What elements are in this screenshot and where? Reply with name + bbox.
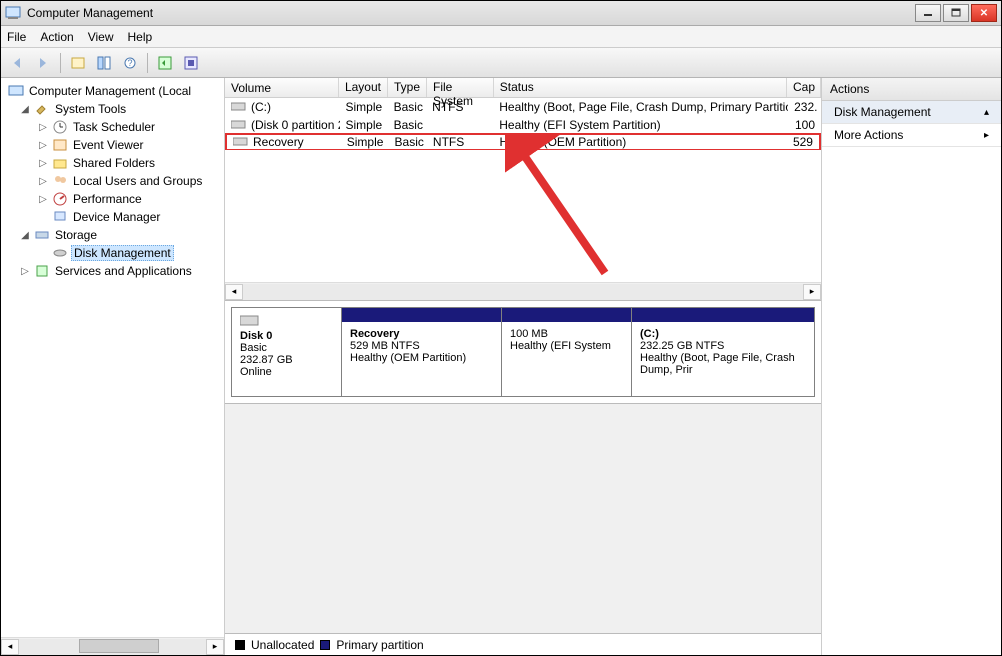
volume-header: Volume Layout Type File System Status Ca… [225,78,821,98]
toolbar: ? [1,48,1001,78]
tree-services[interactable]: ▷ Services and Applications [1,262,224,280]
tree-root[interactable]: Computer Management (Local [1,82,224,100]
actions-more[interactable]: More Actions ▸ [822,124,1001,147]
tree-local-users[interactable]: ▷ Local Users and Groups [1,172,224,190]
legend-unallocated-swatch [235,640,245,650]
menu-action[interactable]: Action [40,30,73,44]
disk-row: Disk 0 Basic 232.87 GB Online Recovery 5… [231,307,815,397]
tree-shared-folders[interactable]: ▷ Shared Folders [1,154,224,172]
collapse-icon[interactable]: ◢ [19,230,31,241]
col-volume[interactable]: Volume [225,78,339,97]
partition-recovery[interactable]: Recovery 529 MB NTFS Healthy (OEM Partit… [342,308,502,396]
minimize-button[interactable] [915,4,941,22]
volume-hscrollbar[interactable]: ◂▸ [225,282,821,300]
toolbar-icon-1[interactable] [66,51,90,75]
tree-storage[interactable]: ◢ Storage [1,226,224,244]
col-fs[interactable]: File System [427,78,494,97]
svg-text:?: ? [127,58,132,68]
forward-button[interactable] [31,51,55,75]
legend-unallocated-label: Unallocated [251,638,314,652]
volume-icon [231,102,247,112]
menu-file[interactable]: File [7,30,26,44]
computer-icon [8,83,24,99]
partition-c[interactable]: (C:) 232.25 GB NTFS Healthy (Boot, Page … [632,308,814,396]
tree-hscrollbar[interactable]: ◂▸ [1,637,224,655]
tree-event-viewer[interactable]: ▷ Event Viewer [1,136,224,154]
partition-efi[interactable]: 100 MB Healthy (EFI System [502,308,632,396]
toolbar-icon-2[interactable] [92,51,116,75]
col-status[interactable]: Status [494,78,787,97]
close-button[interactable]: ✕ [971,4,997,22]
content-pane: Volume Layout Type File System Status Ca… [225,78,821,655]
titlebar: Computer Management ✕ [1,1,1001,26]
expand-icon[interactable]: ▷ [37,140,49,151]
col-layout[interactable]: Layout [339,78,388,97]
col-type[interactable]: Type [388,78,427,97]
services-icon [34,263,50,279]
actions-pane: Actions Disk Management ▴ More Actions ▸ [821,78,1001,655]
legend: Unallocated Primary partition [225,633,821,655]
back-button[interactable] [5,51,29,75]
event-icon [52,137,68,153]
tree-disk-management[interactable]: ▷ Disk Management [1,244,224,262]
disk-icon [52,245,68,261]
disk-graphic-pane: Disk 0 Basic 232.87 GB Online Recovery 5… [225,300,821,403]
toolbar-icon-5[interactable] [179,51,203,75]
clock-icon [52,119,68,135]
window-title: Computer Management [27,6,915,20]
disk-info[interactable]: Disk 0 Basic 232.87 GB Online [232,308,342,396]
menubar: File Action View Help [1,26,1001,48]
volume-row-highlighted[interactable]: Recovery Simple Basic NTFS Healthy (OEM … [225,133,821,151]
expand-icon[interactable]: ▷ [37,176,49,187]
tree-system-tools[interactable]: ◢ System Tools [1,100,224,118]
device-icon [52,209,68,225]
tree-task-scheduler[interactable]: ▷ Task Scheduler [1,118,224,136]
folder-icon [52,155,68,171]
empty-area [225,403,821,633]
actions-disk-mgmt[interactable]: Disk Management ▴ [822,101,1001,124]
expand-arrow-icon: ▸ [984,130,989,141]
expand-icon[interactable]: ▷ [37,158,49,169]
col-capacity[interactable]: Cap [787,78,821,97]
users-icon [52,173,68,189]
actions-header: Actions [822,78,1001,101]
volume-icon [233,137,249,147]
menu-view[interactable]: View [88,30,114,44]
toolbar-icon-3[interactable]: ? [118,51,142,75]
app-icon [5,5,21,21]
tools-icon [34,101,50,117]
tree-performance[interactable]: ▷ Performance [1,190,224,208]
legend-primary-label: Primary partition [336,638,423,652]
disk-icon [240,314,260,328]
toolbar-icon-4[interactable] [153,51,177,75]
expand-icon[interactable]: ▷ [37,194,49,205]
collapse-arrow-icon: ▴ [984,107,989,118]
storage-icon [34,227,50,243]
tree-device-manager[interactable]: ▷ Device Manager [1,208,224,226]
volume-row[interactable]: (C:) Simple Basic NTFS Healthy (Boot, Pa… [225,98,821,116]
maximize-button[interactable] [943,4,969,22]
volume-icon [231,120,247,130]
volume-row[interactable]: (Disk 0 partition 2) Simple Basic Health… [225,116,821,134]
legend-primary-swatch [320,640,330,650]
collapse-icon[interactable]: ◢ [19,104,31,115]
perf-icon [52,191,68,207]
expand-icon[interactable]: ▷ [19,266,31,277]
expand-icon[interactable]: ▷ [37,122,49,133]
nav-tree: Computer Management (Local ◢ System Tool… [1,78,225,655]
menu-help[interactable]: Help [128,30,153,44]
volume-list: Volume Layout Type File System Status Ca… [225,78,821,150]
